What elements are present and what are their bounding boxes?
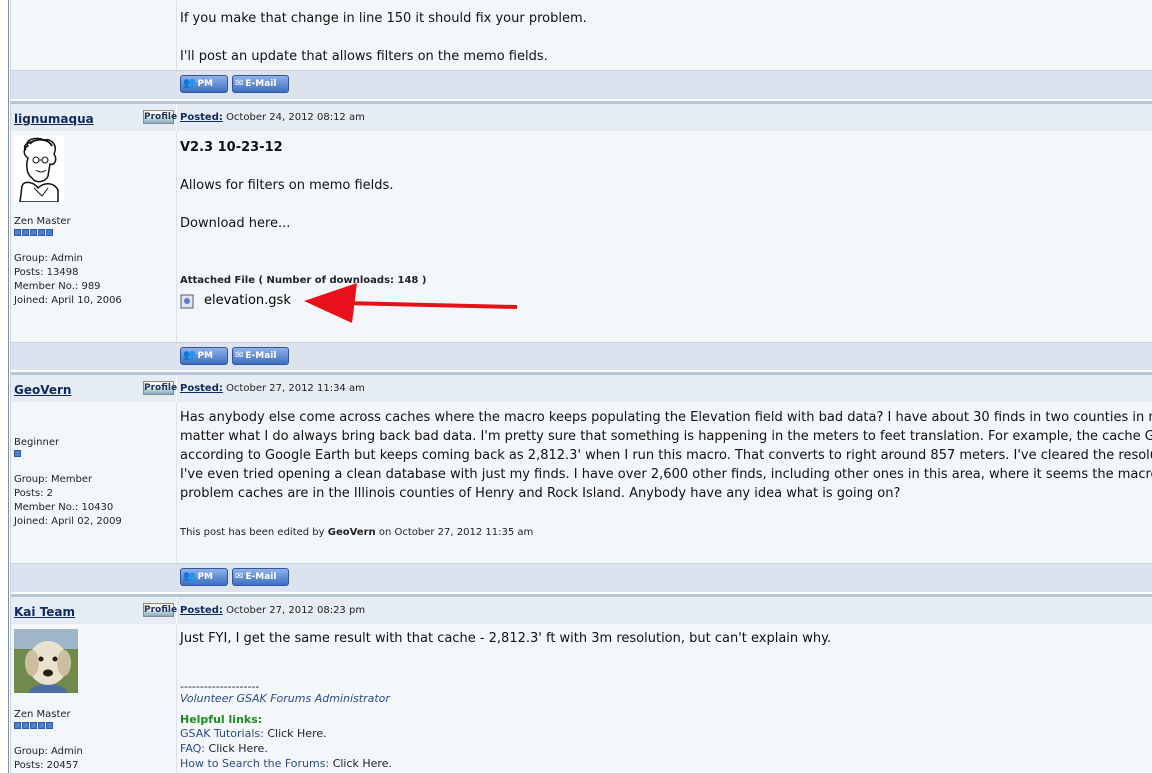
post-actions: 👥 PM ✉ E-Mail: [180, 347, 289, 365]
user-group: Group: Admin: [14, 746, 83, 757]
posted-date: Posted: October 27, 2012 11:34 am: [180, 383, 365, 394]
post-body: Beginner Group: Member Posts: 2 Member N…: [11, 402, 1152, 563]
rank-pip-icon: [14, 229, 21, 236]
rank-pip-icon: [22, 229, 29, 236]
helpful-link-row: FAQ: Click Here.: [180, 742, 268, 755]
frame-border: [8, 0, 9, 773]
helpful-link-row: GSAK Tutorials: Click Here.: [180, 727, 327, 740]
users-icon: 👥: [183, 571, 196, 582]
content-cell: V2.3 10-23-12 Allows for filters on memo…: [177, 131, 1152, 342]
user-member-no: Member No.: 10430: [14, 502, 114, 513]
annotation-arrow-icon: [304, 283, 518, 323]
posted-date: Posted: October 24, 2012 08:12 am: [180, 112, 365, 123]
post-text-line: Download here...: [180, 216, 291, 231]
user-group: Group: Admin: [14, 253, 83, 264]
author-cell: Zen Master Group: Admin Posts: 20457: [11, 624, 177, 773]
user-rank: Beginner: [14, 437, 60, 448]
faq-link[interactable]: Click Here: [209, 742, 265, 755]
pm-button[interactable]: 👥 PM: [180, 568, 228, 586]
tutorials-link[interactable]: Click Here: [267, 727, 323, 740]
post-text-line: If you make that change in line 150 it s…: [180, 11, 587, 26]
username-link[interactable]: lignumaqua: [14, 112, 94, 126]
email-button[interactable]: ✉ E-Mail: [232, 347, 289, 365]
content-cell: Just FYI, I get the same result with tha…: [177, 624, 1152, 773]
post-footer: 👥 PM ✉ E-Mail: [11, 70, 1152, 99]
username-link[interactable]: Kai Team: [14, 605, 75, 619]
pm-button[interactable]: 👥 PM: [180, 347, 228, 365]
envelope-icon: ✉: [235, 350, 244, 361]
post-text-line: Has anybody else come across caches wher…: [180, 410, 1152, 425]
avatar: [14, 629, 78, 693]
user-joined: Joined: April 02, 2009: [14, 516, 122, 527]
forum-page: If you make that change in line 150 it s…: [0, 0, 1152, 773]
rank-pip-icon: [14, 450, 21, 457]
pm-button[interactable]: 👥 PM: [180, 75, 228, 93]
user-rank: Zen Master: [14, 709, 71, 720]
post-body-top: If you make that change in line 150 it s…: [11, 0, 1152, 70]
post-text-line: Allows for filters on memo fields.: [180, 178, 394, 193]
post-actions: 👥 PM ✉ E-Mail: [180, 568, 289, 586]
rank-pip-icon: [14, 722, 21, 729]
post-text-line: I'll post an update that allows filters …: [180, 49, 548, 64]
post-text-line: I've even tried opening a clean database…: [180, 467, 1152, 482]
author-cell: Zen Master Group: Admin Posts: 13498 Mem…: [11, 131, 177, 342]
profile-button[interactable]: Profile: [143, 381, 177, 395]
rank-pips: [14, 450, 21, 457]
edit-note: This post has been edited by GeoVern on …: [180, 527, 534, 538]
post-text-line: according to Google Earth but keeps comi…: [180, 448, 1152, 463]
profile-button[interactable]: Profile: [143, 110, 177, 124]
post-header: lignumaqua Profile Posted: October 24, 2…: [11, 101, 1152, 134]
user-post-count: Posts: 20457: [14, 760, 79, 771]
profile-button[interactable]: Profile: [143, 603, 177, 617]
search-forums-link[interactable]: Click Here: [333, 757, 389, 770]
email-button[interactable]: ✉ E-Mail: [232, 568, 289, 586]
post-text-line: problem caches are in the Illinois count…: [180, 486, 901, 501]
author-cell: [11, 0, 177, 70]
rank-pip-icon: [38, 229, 45, 236]
signature-title: Volunteer GSAK Forums Administrator: [180, 692, 390, 705]
users-icon: 👥: [183, 78, 196, 89]
post-header: GeoVern Profile Posted: October 27, 2012…: [11, 372, 1152, 405]
username-link[interactable]: GeoVern: [14, 383, 71, 397]
email-button[interactable]: ✉ E-Mail: [232, 75, 289, 93]
helpful-links-heading: Helpful links:: [180, 713, 263, 726]
user-member-no: Member No.: 989: [14, 281, 101, 292]
content-cell: Has anybody else come across caches wher…: [177, 402, 1152, 563]
post-version-title: V2.3 10-23-12: [180, 140, 283, 155]
post-body: Zen Master Group: Admin Posts: 13498 Mem…: [11, 131, 1152, 342]
user-group: Group: Member: [14, 474, 93, 485]
post-text-line: matter what I do always bring back bad d…: [180, 429, 1152, 444]
post-footer: 👥 PM ✉ E-Mail: [11, 342, 1152, 370]
envelope-icon: ✉: [235, 571, 244, 582]
post-actions: 👥 PM ✉ E-Mail: [180, 75, 289, 93]
rank-pip-icon: [46, 229, 53, 236]
users-icon: 👥: [183, 350, 196, 361]
post-footer: 👥 PM ✉ E-Mail: [11, 563, 1152, 592]
rank-pips: [14, 229, 53, 236]
user-joined: Joined: April 10, 2006: [14, 295, 122, 306]
rank-pip-icon: [30, 722, 37, 729]
post-text-line: Just FYI, I get the same result with tha…: [180, 631, 832, 646]
user-post-count: Posts: 2: [14, 488, 54, 499]
posted-date: Posted: October 27, 2012 08:23 pm: [180, 605, 366, 616]
avatar: [14, 136, 64, 202]
post-body: Zen Master Group: Admin Posts: 20457 Jus…: [11, 624, 1152, 773]
author-cell: Beginner Group: Member Posts: 2 Member N…: [11, 402, 177, 563]
helpful-link-row: How to Search the Forums: Click Here.: [180, 757, 392, 770]
file-icon: [180, 294, 194, 309]
rank-pips: [14, 722, 53, 729]
attachment-link[interactable]: elevation.gsk: [204, 293, 291, 308]
rank-pip-icon: [38, 722, 45, 729]
post-header: Kai Team Profile Posted: October 27, 201…: [11, 594, 1152, 627]
rank-pip-icon: [22, 722, 29, 729]
user-rank: Zen Master: [14, 216, 71, 227]
rank-pip-icon: [30, 229, 37, 236]
content-cell: If you make that change in line 150 it s…: [177, 0, 1152, 70]
envelope-icon: ✉: [235, 78, 244, 89]
rank-pip-icon: [46, 722, 53, 729]
user-post-count: Posts: 13498: [14, 267, 79, 278]
